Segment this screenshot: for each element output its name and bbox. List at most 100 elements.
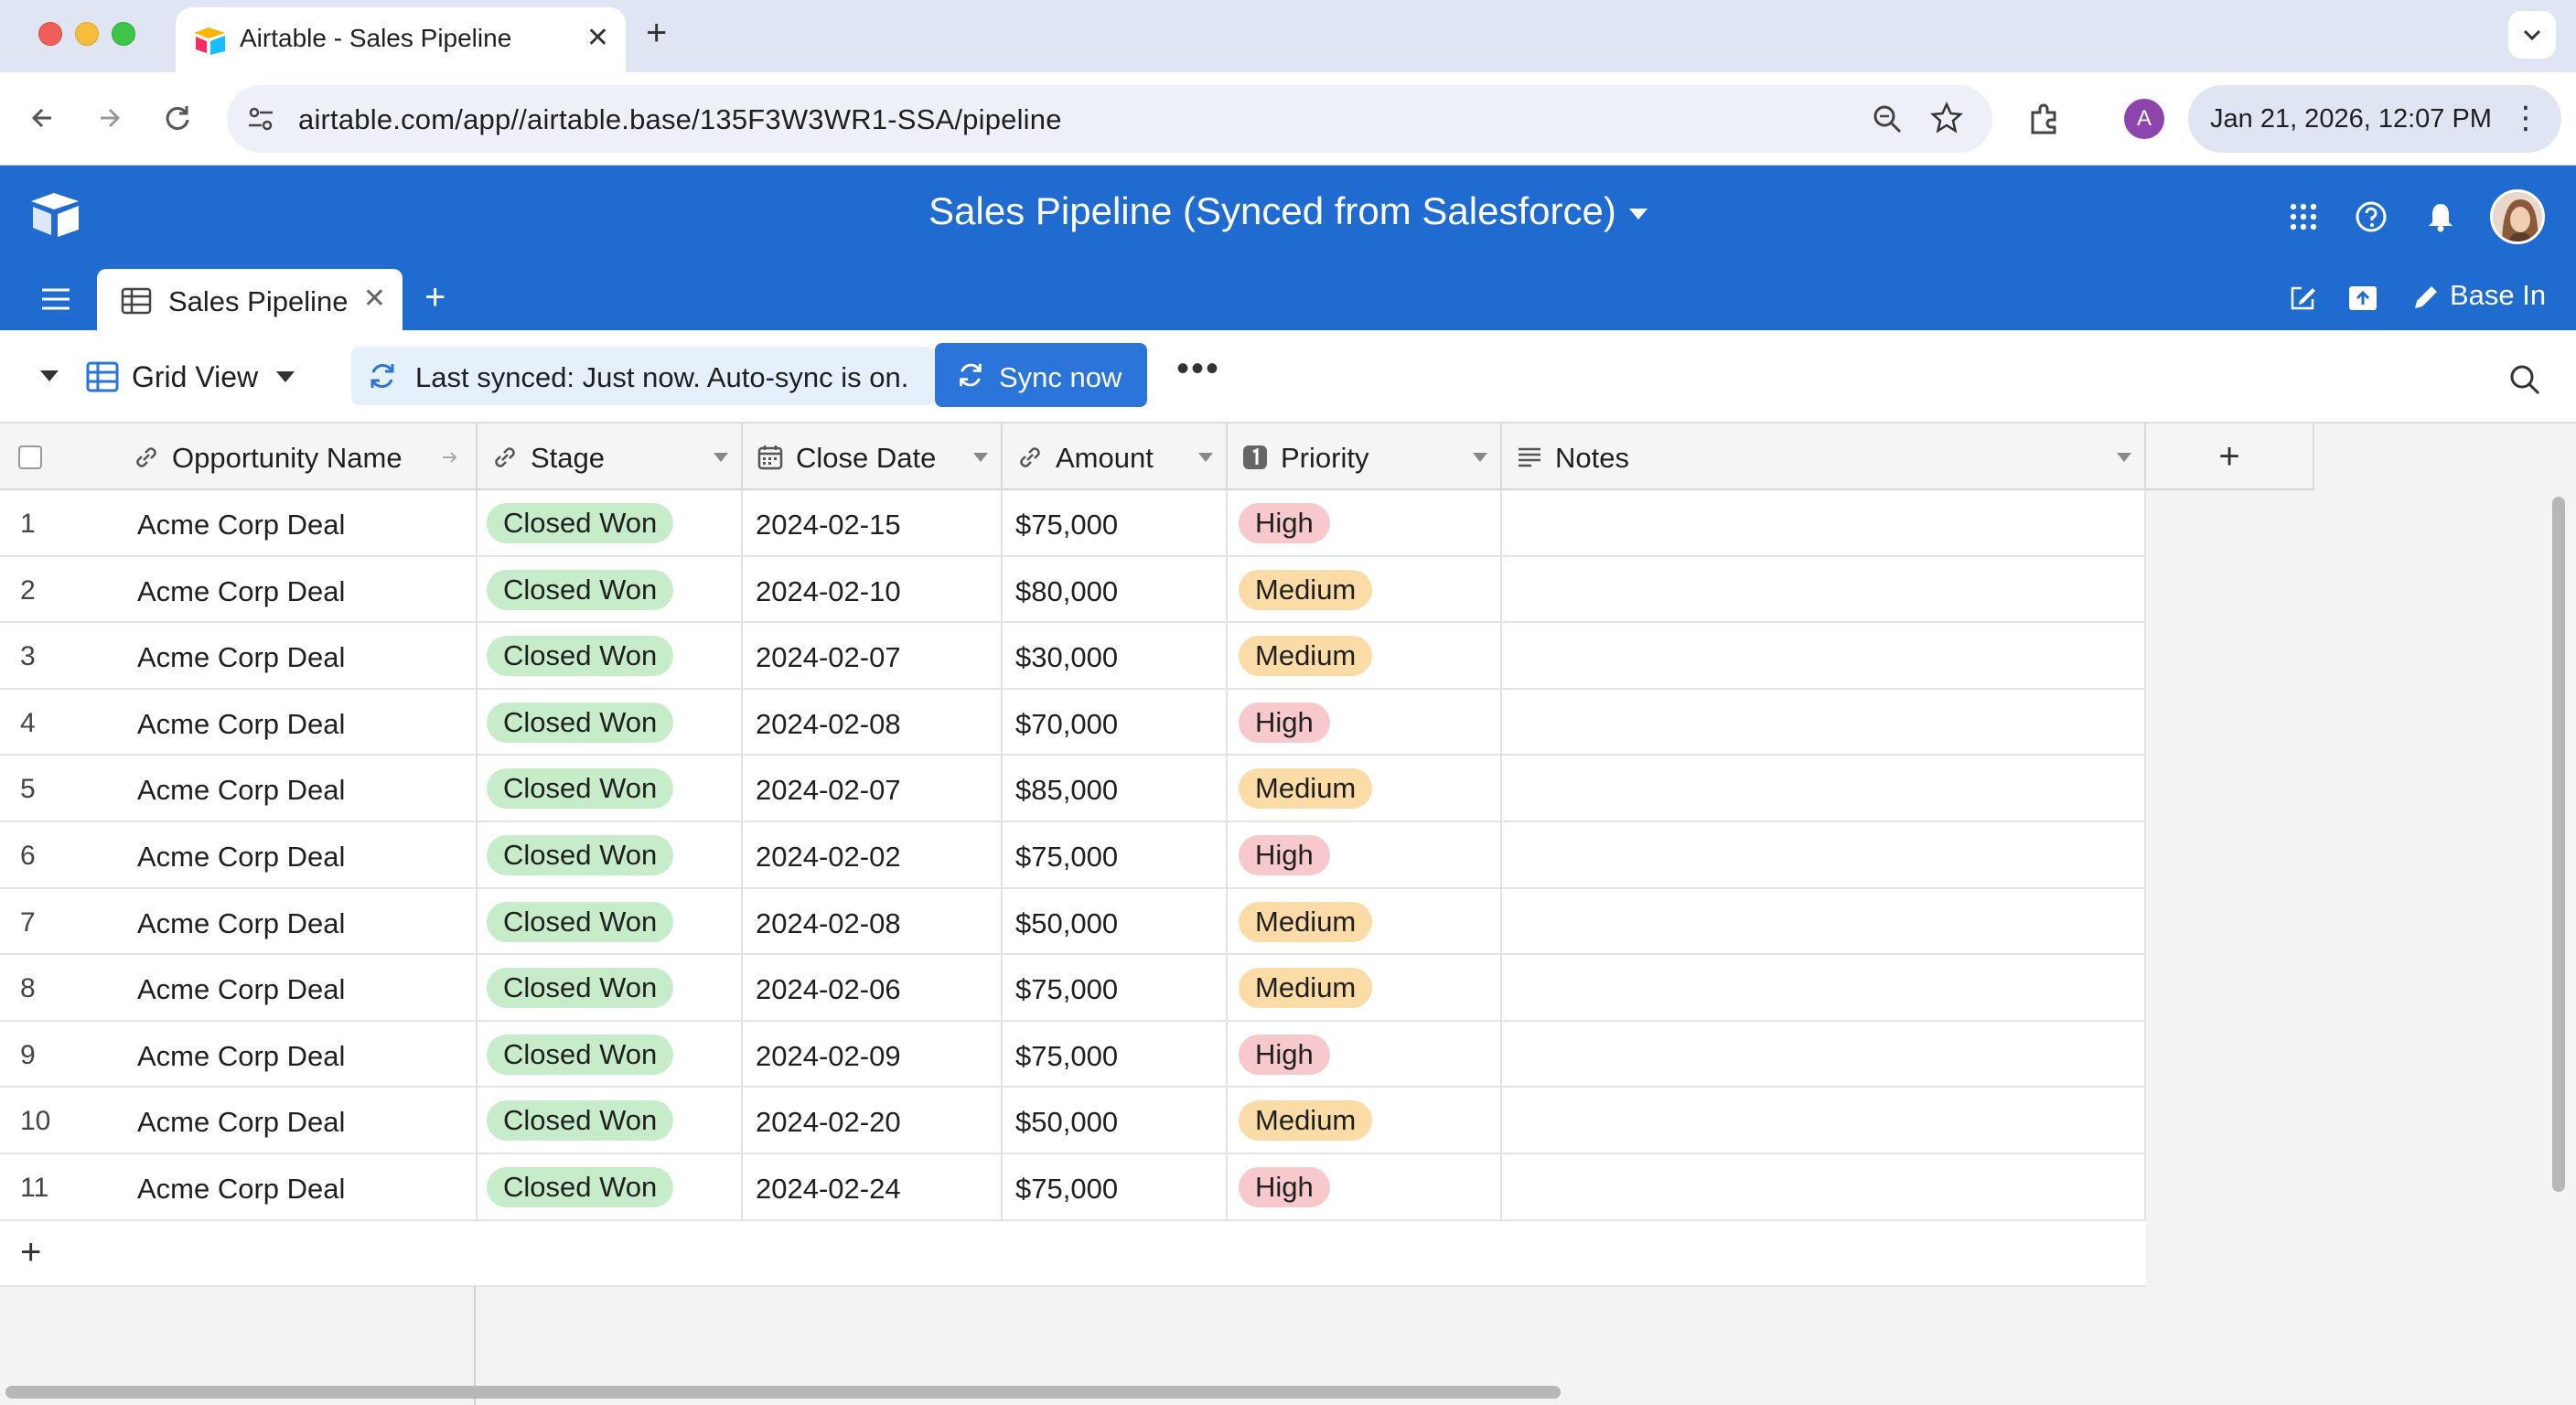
opportunity-name-cell[interactable]: Acme Corp Deal — [119, 689, 478, 756]
pencil-icon[interactable] — [2410, 283, 2441, 314]
table-row[interactable]: 1 Acme Corp Deal Closed Won 2024-02-15 $75,0… — [0, 490, 2146, 557]
user-avatar[interactable] — [2490, 189, 2545, 244]
back-arrow-icon[interactable] — [24, 98, 64, 138]
sync-now-button[interactable]: Sync now — [935, 343, 1147, 407]
row-number-cell[interactable]: 8 — [0, 955, 119, 1021]
close-date-cell[interactable]: 2024-02-07 — [743, 756, 1003, 822]
table-row[interactable]: 9 Acme Corp Deal Closed Won 2024-02-09 $75,0… — [0, 1021, 2146, 1089]
notes-cell[interactable] — [1502, 756, 2146, 822]
window-minimize-button[interactable] — [75, 22, 99, 46]
table-row[interactable]: 10 Acme Corp Deal Closed Won 2024-02-20 $50,… — [0, 1088, 2146, 1154]
add-table-icon[interactable]: + — [424, 275, 445, 319]
amount-cell[interactable]: $75,000 — [1003, 1153, 1228, 1220]
priority-cell[interactable]: High — [1228, 490, 1502, 556]
chevron-down-icon[interactable] — [2117, 453, 2131, 462]
opportunity-name-cell[interactable]: Acme Corp Deal — [119, 556, 478, 623]
view-switcher[interactable]: Grid View — [132, 360, 258, 394]
opportunity-name-cell[interactable]: Acme Corp Deal — [119, 1021, 478, 1088]
amount-cell[interactable]: $75,000 — [1003, 490, 1228, 556]
opportunity-name-cell[interactable]: Acme Corp Deal — [119, 1088, 478, 1154]
address-bar[interactable]: airtable.com/app//airtable.base/135F3W3W… — [227, 85, 1992, 153]
horizontal-scrollbar[interactable] — [5, 1386, 1561, 1399]
column-header-stage[interactable]: Stage — [478, 424, 743, 490]
row-number-cell[interactable]: 2 — [0, 557, 119, 623]
help-icon[interactable] — [2355, 200, 2388, 233]
notes-cell[interactable] — [1502, 821, 2146, 888]
window-zoom-button[interactable] — [112, 22, 135, 46]
more-vertical-icon[interactable]: ⋮ — [2510, 100, 2541, 136]
close-date-cell[interactable]: 2024-02-15 — [743, 490, 1003, 556]
edit-external-icon[interactable] — [2287, 283, 2318, 314]
base-in-button[interactable]: Base In — [2450, 279, 2546, 312]
table-row[interactable]: 2 Acme Corp Deal Closed Won 2024-02-10 $80,0… — [0, 556, 2146, 624]
extensions-puzzle-icon[interactable] — [2025, 102, 2062, 138]
vertical-scrollbar[interactable] — [2552, 497, 2565, 1192]
row-number-cell[interactable]: 1 — [0, 490, 119, 556]
table-row[interactable]: 11 Acme Corp Deal Closed Won 2024-02-24 $75,… — [0, 1153, 2146, 1221]
row-number-cell[interactable]: 11 — [0, 1154, 119, 1220]
close-date-cell[interactable]: 2024-02-20 — [743, 1088, 1003, 1154]
amount-cell[interactable]: $85,000 — [1003, 756, 1228, 822]
close-tab-icon[interactable]: ✕ — [586, 20, 609, 57]
opportunity-name-cell[interactable]: Acme Corp Deal — [119, 623, 478, 690]
chevron-down-icon[interactable] — [276, 371, 295, 382]
notes-cell[interactable] — [1502, 689, 2146, 756]
reload-icon[interactable] — [157, 98, 198, 138]
stage-cell[interactable]: Closed Won — [478, 556, 743, 623]
close-date-cell[interactable]: 2024-02-10 — [743, 556, 1003, 623]
notes-cell[interactable] — [1502, 1153, 2146, 1220]
notes-cell[interactable] — [1502, 1088, 2146, 1154]
table-row[interactable]: 5 Acme Corp Deal Closed Won 2024-02-07 $85,0… — [0, 756, 2146, 822]
priority-cell[interactable]: Medium — [1228, 623, 1502, 690]
table-row[interactable]: 7 Acme Corp Deal Closed Won 2024-02-08 $50,0… — [0, 888, 2146, 956]
stage-cell[interactable]: Closed Won — [478, 756, 743, 822]
close-date-cell[interactable]: 2024-02-02 — [743, 821, 1003, 888]
tab-sales-pipeline[interactable]: Sales Pipeline ✕ — [97, 269, 402, 330]
profile-avatar[interactable]: A — [2124, 99, 2164, 139]
column-header-amount[interactable]: Amount — [1003, 424, 1228, 490]
amount-cell[interactable]: $70,000 — [1003, 689, 1228, 756]
stage-cell[interactable]: Closed Won — [478, 623, 743, 690]
stage-cell[interactable]: Closed Won — [478, 955, 743, 1022]
priority-cell[interactable]: Medium — [1228, 955, 1502, 1022]
opportunity-name-cell[interactable]: Acme Corp Deal — [119, 1153, 478, 1220]
close-date-cell[interactable]: 2024-02-07 — [743, 623, 1003, 690]
opportunity-name-cell[interactable]: Acme Corp Deal — [119, 888, 478, 955]
select-all-checkbox[interactable] — [18, 445, 42, 469]
table-row[interactable]: 8 Acme Corp Deal Closed Won 2024-02-06 $75,0… — [0, 955, 2146, 1022]
priority-cell[interactable]: High — [1228, 1153, 1502, 1220]
notes-cell[interactable] — [1502, 1021, 2146, 1088]
notes-cell[interactable] — [1502, 888, 2146, 955]
add-field-button[interactable]: + — [2146, 424, 2314, 490]
notes-cell[interactable] — [1502, 490, 2146, 556]
row-number-cell[interactable]: 6 — [0, 822, 119, 888]
amount-cell[interactable]: $80,000 — [1003, 556, 1228, 623]
tab-search-button[interactable] — [2508, 11, 2556, 59]
apps-grid-icon[interactable] — [2287, 200, 2320, 233]
opportunity-name-cell[interactable]: Acme Corp Deal — [119, 756, 478, 822]
priority-cell[interactable]: High — [1228, 1021, 1502, 1088]
stage-cell[interactable]: Closed Won — [478, 490, 743, 556]
table-row[interactable]: 6 Acme Corp Deal Closed Won 2024-02-02 $75,0… — [0, 821, 2146, 889]
priority-cell[interactable]: High — [1228, 689, 1502, 756]
column-header-priority[interactable]: Priority — [1228, 424, 1502, 490]
notes-cell[interactable] — [1502, 623, 2146, 690]
column-header-opportunity-name[interactable]: Opportunity Name — [119, 424, 478, 490]
notes-cell[interactable] — [1502, 556, 2146, 623]
amount-cell[interactable]: $50,000 — [1003, 1088, 1228, 1154]
share-upload-icon[interactable] — [2347, 283, 2378, 314]
stage-cell[interactable]: Closed Won — [478, 1153, 743, 1220]
bookmark-star-icon[interactable] — [1928, 100, 1965, 136]
priority-cell[interactable]: Medium — [1228, 888, 1502, 955]
window-close-button[interactable] — [38, 22, 62, 46]
close-icon[interactable]: ✕ — [363, 282, 386, 316]
row-number-cell[interactable]: 5 — [0, 756, 119, 821]
priority-cell[interactable]: High — [1228, 821, 1502, 888]
stage-cell[interactable]: Closed Won — [478, 821, 743, 888]
table-row[interactable]: 3 Acme Corp Deal Closed Won 2024-02-07 $30,0… — [0, 623, 2146, 690]
close-date-cell[interactable]: 2024-02-09 — [743, 1021, 1003, 1088]
column-header-close-date[interactable]: Close Date — [743, 424, 1003, 490]
row-number-cell[interactable]: 10 — [0, 1088, 119, 1153]
notes-cell[interactable] — [1502, 955, 2146, 1022]
chevron-down-icon[interactable] — [714, 453, 728, 462]
